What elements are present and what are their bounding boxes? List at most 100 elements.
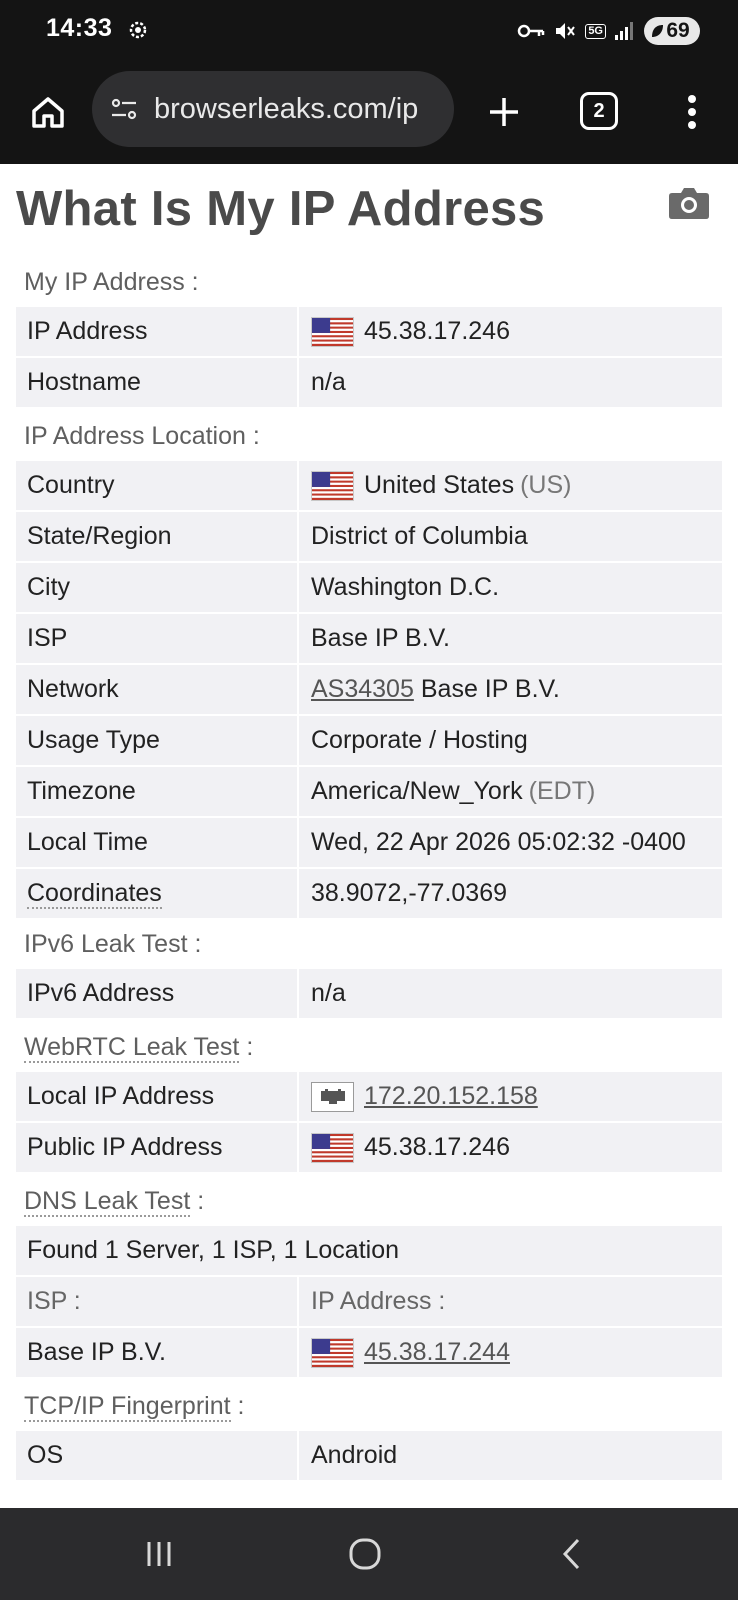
- row-value: Android: [299, 1431, 722, 1480]
- battery-icon: 69: [644, 17, 700, 45]
- tabs-icon: 2: [593, 99, 605, 122]
- row-label: Local Time: [16, 818, 297, 867]
- url-text: browserleaks.com/ip: [154, 92, 419, 125]
- browser-toolbar: browserleaks.com/ip 2: [0, 64, 738, 164]
- lan-icon: [311, 1081, 354, 1112]
- row-value: 38.9072,-77.0369: [299, 869, 722, 918]
- row-label: Hostname: [16, 358, 297, 407]
- row-value: District of Columbia: [299, 512, 722, 561]
- column-header-ip: IP Address :: [299, 1277, 722, 1326]
- public-ip-value: 45.38.17.246: [364, 1133, 510, 1161]
- row-value: n/a: [299, 969, 722, 1018]
- status-time: 14:33: [46, 14, 113, 42]
- row-value: 45.38.17.244: [299, 1328, 722, 1377]
- timezone-value: America/New_York: [311, 777, 523, 805]
- section-heading: My IP Address :: [24, 268, 199, 296]
- status-bar: 14:33 5G 69: [0, 0, 738, 64]
- timezone-abbr: (EDT): [528, 777, 596, 805]
- row-value: America/New_York (EDT): [299, 767, 722, 816]
- back-button[interactable]: [550, 1534, 594, 1574]
- section-tcpip: TCP/IP Fingerprint : OS Android: [16, 1381, 722, 1482]
- local-ip-link[interactable]: 172.20.152.158: [364, 1082, 538, 1111]
- row-label: ISP: [16, 614, 297, 663]
- 5g-icon: 5G: [585, 23, 606, 39]
- row-label: Public IP Address: [16, 1123, 297, 1172]
- row-value: Corporate / Hosting: [299, 716, 722, 765]
- row-value: Base IP B.V.: [299, 614, 722, 663]
- new-tab-button[interactable]: [482, 90, 526, 134]
- section-heading: TCP/IP Fingerprint :: [16, 1381, 722, 1431]
- row-value: 172.20.152.158: [299, 1072, 722, 1121]
- signal-icon: [615, 22, 633, 40]
- row-label: OS: [16, 1431, 297, 1480]
- home-icon: [32, 97, 64, 128]
- tcpip-heading-link[interactable]: TCP/IP Fingerprint: [24, 1392, 231, 1422]
- home-button[interactable]: [26, 90, 70, 134]
- page-content[interactable]: What Is My IP Address My IP Address : IP…: [0, 164, 738, 1508]
- row-value: United States (US): [299, 461, 722, 510]
- address-bar[interactable]: browserleaks.com/ip: [92, 71, 454, 147]
- recents-button[interactable]: [137, 1534, 181, 1574]
- section-ipv6: IPv6 Leak Test : IPv6 Address n/a: [16, 919, 722, 1020]
- back-icon: [562, 1538, 580, 1570]
- dns-ip-link[interactable]: 45.38.17.244: [364, 1338, 510, 1367]
- more-icon: [688, 95, 696, 129]
- row-value: AS34305 Base IP B.V.: [299, 665, 722, 714]
- row-value: n/a: [299, 358, 722, 407]
- row-label: Local IP Address: [16, 1072, 297, 1121]
- table-row: Found 1 Server, 1 ISP, 1 Location: [16, 1226, 722, 1277]
- heading-colon: :: [190, 1187, 205, 1215]
- heading-colon: :: [230, 1392, 245, 1420]
- section-webrtc: WebRTC Leak Test : Local IP Address 172.…: [16, 1022, 722, 1174]
- row-label: Usage Type: [16, 716, 297, 765]
- network-name: Base IP B.V.: [420, 675, 560, 703]
- row-label: Base IP B.V.: [16, 1328, 297, 1377]
- row-label: Country: [16, 461, 297, 510]
- table-row: Base IP B.V. 45.38.17.244: [16, 1328, 722, 1379]
- system-nav-bar: [0, 1508, 738, 1600]
- tabs-button[interactable]: 2: [580, 92, 618, 130]
- table-row: Usage Type Corporate / Hosting: [16, 716, 722, 767]
- coordinates-label[interactable]: Coordinates: [27, 879, 162, 909]
- table-row: Network AS34305 Base IP B.V.: [16, 665, 722, 716]
- asn-link[interactable]: AS34305: [311, 675, 414, 704]
- column-header-isp: ISP :: [16, 1277, 297, 1326]
- site-settings-icon[interactable]: [110, 97, 138, 121]
- dns-summary: Found 1 Server, 1 ISP, 1 Location: [16, 1226, 722, 1275]
- dns-heading-link[interactable]: DNS Leak Test: [24, 1187, 191, 1217]
- system-home-button[interactable]: [343, 1534, 387, 1574]
- table-row: Coordinates 38.9072,-77.0369: [16, 869, 722, 920]
- table-row: Timezone America/New_York (EDT): [16, 767, 722, 818]
- camera-icon[interactable]: [668, 184, 710, 220]
- table-row: Public IP Address 45.38.17.246: [16, 1123, 722, 1174]
- table-row: ISP Base IP B.V.: [16, 614, 722, 665]
- webrtc-heading-link[interactable]: WebRTC Leak Test: [24, 1033, 240, 1063]
- section-heading: DNS Leak Test :: [16, 1176, 722, 1226]
- row-label[interactable]: Coordinates: [16, 869, 297, 918]
- us-flag-icon: [311, 470, 354, 501]
- more-menu-button[interactable]: [672, 88, 712, 136]
- table-row: City Washington D.C.: [16, 563, 722, 614]
- table-row: Local Time Wed, 22 Apr 2026 05:02:32 -04…: [16, 818, 722, 869]
- ip-address-value: 45.38.17.246: [364, 317, 510, 345]
- country-value: United States: [364, 471, 515, 499]
- settings-icon: [129, 21, 147, 39]
- us-flag-icon: [311, 1132, 354, 1163]
- section-heading: IPv6 Leak Test :: [24, 930, 202, 958]
- row-value: 45.38.17.246: [299, 1123, 722, 1172]
- row-label: State/Region: [16, 512, 297, 561]
- heading-colon: :: [239, 1033, 254, 1061]
- table-row: IPv6 Address n/a: [16, 969, 722, 1020]
- row-label: IP Address: [16, 307, 297, 356]
- table-row: IP Address 45.38.17.246: [16, 307, 722, 358]
- battery-level: 69: [666, 19, 690, 42]
- row-label: Network: [16, 665, 297, 714]
- country-code: (US): [520, 471, 572, 499]
- table-row: Local IP Address 172.20.152.158: [16, 1072, 722, 1123]
- row-label: Timezone: [16, 767, 297, 816]
- vpn-key-icon: [518, 24, 545, 38]
- table-row: OS Android: [16, 1431, 722, 1482]
- home-circle-icon: [349, 1538, 381, 1570]
- section-dns: DNS Leak Test : Found 1 Server, 1 ISP, 1…: [16, 1176, 722, 1379]
- mute-icon: [556, 23, 576, 39]
